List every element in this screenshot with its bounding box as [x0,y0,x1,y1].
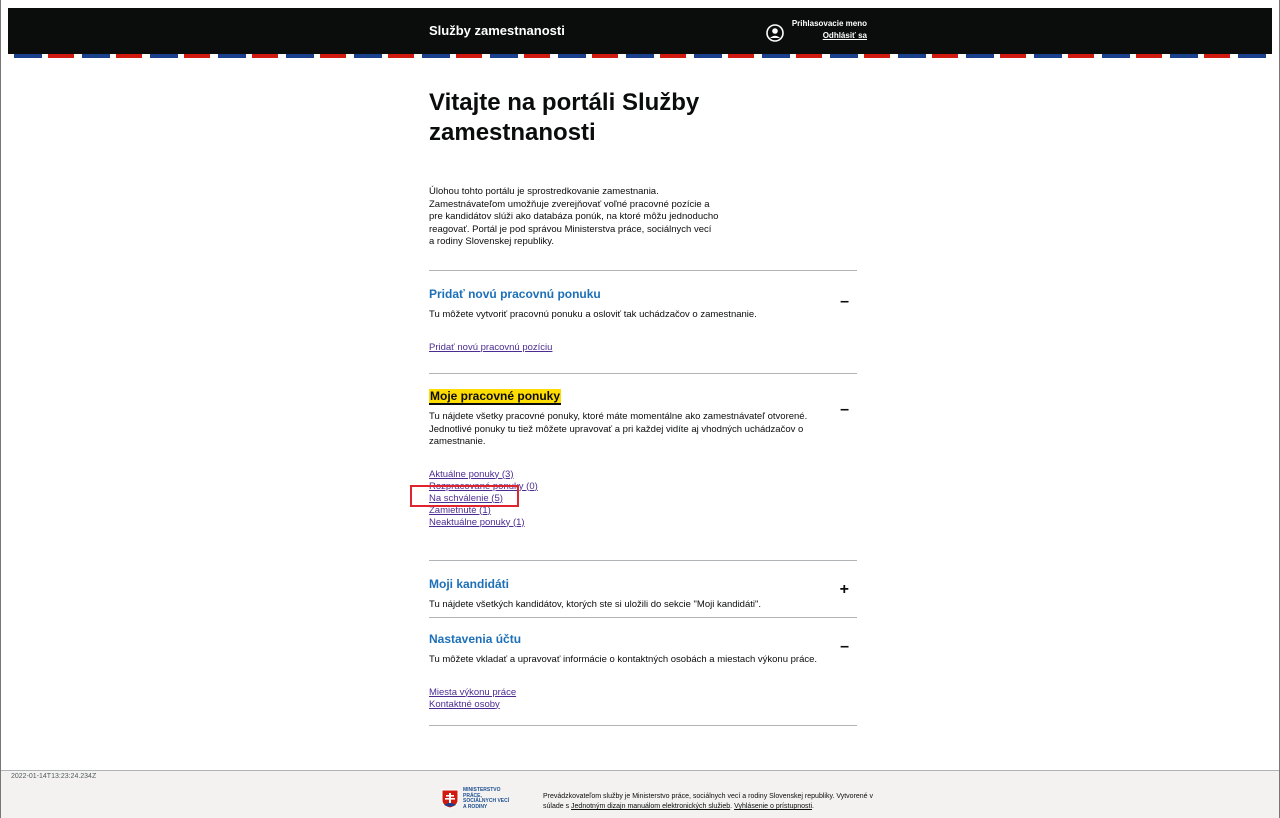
user-icon [766,24,784,42]
main-content: Vitajte na portáli Služby zamestnanosti … [429,88,857,249]
link-design-manual[interactable]: Jednotným dizajn manuálom elektronických… [571,803,730,810]
annotation-highlight-box [410,485,519,507]
section-my-offers: Moje pracovné ponuky – Tu nájdete všetky… [429,373,857,560]
logout-link[interactable]: Odhlásiť sa [823,31,867,40]
header-stripe [8,54,1272,58]
user-name: Prihlasovacie meno [791,19,867,28]
section-divider [429,725,857,726]
links-add-offer: Pridať novú pracovnú pozíciu [429,342,857,354]
ministry-emblem-icon [441,789,459,809]
page: Služby zamestnanosti Prihlasovacie meno … [0,0,1280,818]
section-account-settings: Nastavenia účtu – Tu môžete vkladať a up… [429,617,857,725]
section-desc-my-candidates: Tu nájdete všetkých kandidátov, ktorých … [429,599,762,610]
link-outdated-offers[interactable]: Neaktuálne ponuky (1) [429,517,857,529]
header-bar [8,8,1272,54]
brand-link[interactable]: Služby zamestnanosti [429,23,565,38]
collapse-toggle-account-settings[interactable]: – [840,638,849,656]
link-current-offers[interactable]: Aktuálne ponuky (3) [429,469,857,481]
ministry-name: MINISTERSTVO PRÁCE, SOCIÁLNYCH VECÍ A RO… [463,787,510,810]
build-timestamp: 2022-01-14T13:23:24.234Z [11,773,97,780]
section-desc-add-offer: Tu môžete vytvoriť pracovnú ponuku a osl… [429,309,757,320]
collapse-toggle-add-offer[interactable]: – [840,293,849,311]
intro-text: Úlohou tohto portálu je sprostredkovanie… [429,186,719,247]
section-title-my-candidates[interactable]: Moji kandidáti [429,577,509,591]
link-accessibility[interactable]: Vyhlásenie o prístupnosti [734,803,812,810]
link-work-places[interactable]: Miesta výkonu práce [429,687,857,699]
section-add-offer: Pridať novú pracovnú ponuku – Tu môžete … [429,270,857,373]
links-account-settings: Miesta výkonu práce Kontaktné osoby [429,687,857,711]
link-add-position[interactable]: Pridať novú pracovnú pozíciu [429,342,857,354]
collapse-toggle-my-offers[interactable]: – [840,401,849,419]
section-my-candidates: Moji kandidáti + Tu nájdete všetkých kan… [429,560,857,617]
footer-text-end: . [812,803,814,810]
footer-text: Prevádzkovateľom služby je Ministerstvo … [543,792,879,812]
page-title: Vitajte na portáli Služby zamestnanosti [429,89,700,146]
section-desc-my-offers: Tu nájdete všetky pracovné ponuky, ktoré… [429,411,808,447]
expand-toggle-my-candidates[interactable]: + [840,581,849,599]
section-title-account-settings[interactable]: Nastavenia účtu [429,632,521,646]
section-desc-account-settings: Tu môžete vkladať a upravovať informácie… [429,654,818,665]
section-title-add-offer[interactable]: Pridať novú pracovnú ponuku [429,287,601,301]
link-contact-persons[interactable]: Kontaktné osoby [429,699,857,711]
section-title-my-offers[interactable]: Moje pracovné ponuky [429,389,562,403]
